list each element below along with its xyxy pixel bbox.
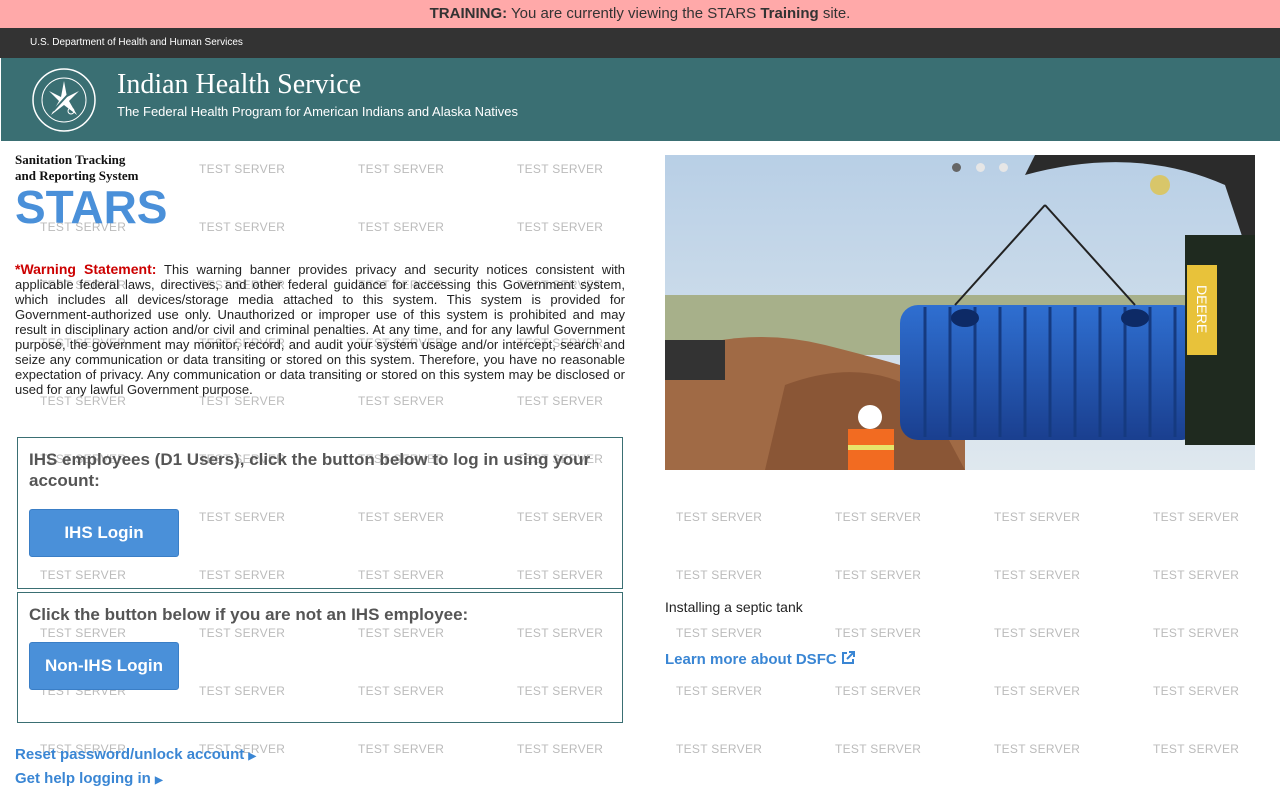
test-server-watermark: TEST SERVER <box>676 742 763 756</box>
reset-password-label: Reset password/unlock account <box>15 746 245 763</box>
test-server-watermark: TEST SERVER <box>994 510 1081 524</box>
training-suffix: site. <box>822 5 851 22</box>
carousel-dot-1[interactable] <box>952 163 962 172</box>
app-name: Sanitation Tracking and Reporting System <box>15 152 139 184</box>
dsfc-link-label: Learn more about DSFC <box>665 651 837 668</box>
external-link-icon <box>841 651 855 664</box>
reset-password-link[interactable]: Reset password/unlock account ▶ <box>15 744 256 768</box>
warning-label: *Warning Statement: <box>15 261 157 277</box>
training-banner: TRAINING: You are currently viewing the … <box>0 0 1280 28</box>
test-server-watermark: TEST SERVER <box>1153 742 1240 756</box>
deere-label: DEERE <box>1194 285 1210 333</box>
test-server-watermark: TEST SERVER <box>994 742 1081 756</box>
warning-text: This warning banner provides privacy and… <box>15 262 625 397</box>
test-server-watermark: TEST SERVER <box>676 684 763 698</box>
test-server-watermark: TEST SERVER <box>835 742 922 756</box>
test-server-watermark: TEST SERVER <box>199 162 286 176</box>
test-server-watermark: TEST SERVER <box>835 626 922 640</box>
test-server-watermark: TEST SERVER <box>835 568 922 582</box>
test-server-watermark: TEST SERVER <box>199 220 286 234</box>
non-ihs-login-prompt: Click the button below if you are not an… <box>29 605 469 624</box>
septic-tank-photo: DEERE <box>665 155 1255 470</box>
test-server-watermark: TEST SERVER <box>1153 568 1240 582</box>
test-server-watermark: TEST SERVER <box>358 162 445 176</box>
app-abbreviation: STARS <box>15 181 168 233</box>
test-server-watermark: TEST SERVER <box>358 220 445 234</box>
help-links: Reset password/unlock account ▶ Get help… <box>15 744 256 792</box>
test-server-watermark: TEST SERVER <box>835 684 922 698</box>
help-login-link[interactable]: Get help logging in ▶ <box>15 768 256 792</box>
carousel-dot-3[interactable] <box>998 163 1008 172</box>
carousel-caption: Installing a septic tank <box>665 599 803 615</box>
site-title[interactable]: Indian Health Service <box>117 69 361 101</box>
non-ihs-login-button[interactable]: Non-IHS Login <box>29 642 179 690</box>
test-server-watermark: TEST SERVER <box>676 510 763 524</box>
test-server-watermark: TEST SERVER <box>517 162 604 176</box>
caret-right-icon: ▶ <box>248 751 257 762</box>
test-server-watermark: TEST SERVER <box>358 742 445 756</box>
test-server-watermark: TEST SERVER <box>994 684 1081 698</box>
ihs-login-prompt: IHS employees (D1 Users), click the butt… <box>29 450 591 490</box>
test-server-watermark: TEST SERVER <box>517 220 604 234</box>
hhs-label[interactable]: U.S. Department of Health and Human Serv… <box>30 28 243 58</box>
training-emphasis: Training <box>760 5 819 22</box>
test-server-watermark: TEST SERVER <box>676 626 763 640</box>
ihs-seal-icon[interactable] <box>31 67 97 133</box>
test-server-watermark: TEST SERVER <box>835 510 922 524</box>
training-message: You are currently viewing the STARS <box>511 5 757 22</box>
site-header: Indian Health Service The Federal Health… <box>1 58 1280 141</box>
test-server-watermark: TEST SERVER <box>1153 626 1240 640</box>
app-name-line1: Sanitation Tracking <box>15 152 126 167</box>
non-ihs-login-panel: Click the button below if you are not an… <box>17 592 623 723</box>
ihs-login-button[interactable]: IHS Login <box>29 509 179 557</box>
test-server-watermark: TEST SERVER <box>517 742 604 756</box>
site-subtitle: The Federal Health Program for American … <box>117 104 519 119</box>
warning-statement: *Warning Statement: This warning banner … <box>15 261 625 398</box>
dsfc-link[interactable]: Learn more about DSFC <box>665 651 855 668</box>
carousel-indicators <box>665 159 1255 177</box>
test-server-watermark: TEST SERVER <box>676 568 763 582</box>
test-server-watermark: TEST SERVER <box>1153 684 1240 698</box>
test-server-watermark: TEST SERVER <box>994 626 1081 640</box>
test-server-watermark: TEST SERVER <box>994 568 1081 582</box>
caret-right-icon: ▶ <box>155 775 163 786</box>
training-prefix: TRAINING: <box>429 5 508 22</box>
help-login-label: Get help logging in <box>15 770 151 787</box>
test-server-watermark: TEST SERVER <box>1153 510 1240 524</box>
hhs-bar: U.S. Department of Health and Human Serv… <box>0 28 1280 58</box>
carousel-dot-2[interactable] <box>975 163 985 172</box>
ihs-login-panel: IHS employees (D1 Users), click the butt… <box>17 437 623 589</box>
photo-carousel[interactable]: DEERE <box>665 155 1255 470</box>
